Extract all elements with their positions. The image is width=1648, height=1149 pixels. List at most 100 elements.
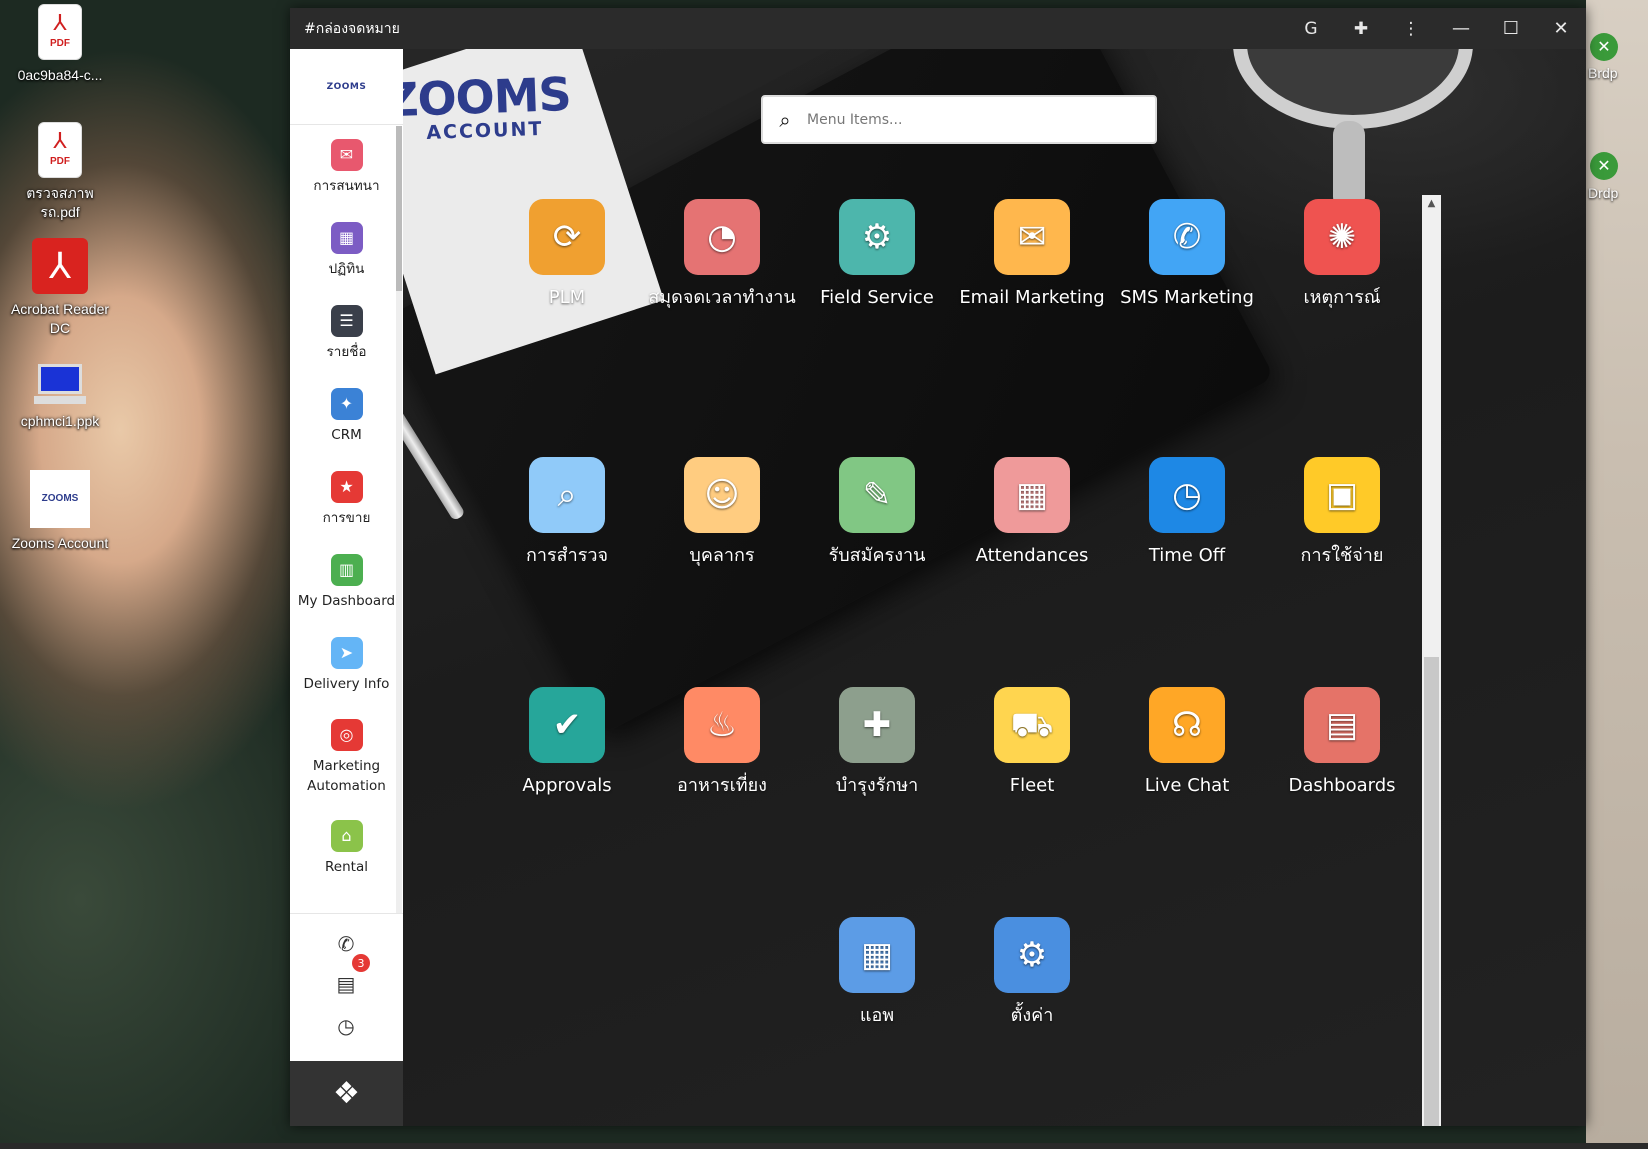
app-tile[interactable]: ☊ Live Chat [1112, 687, 1262, 800]
sidebar-item[interactable]: ✉ การสนทนา [290, 126, 403, 209]
app-tile[interactable]: ⛟ Fleet [957, 687, 1107, 800]
app-tile-label: รับสมัครงาน [828, 545, 926, 566]
app-tile[interactable]: ✆ SMS Marketing [1112, 199, 1262, 312]
sidebar-item-label: การขาย [322, 510, 371, 526]
app-tile[interactable]: ✎ รับสมัครงาน [802, 457, 952, 570]
maximize-icon[interactable]: ☐ [1486, 8, 1536, 49]
survey-icon: ⌕ [529, 457, 605, 533]
app-tile[interactable]: ▤ Dashboards [1267, 687, 1417, 800]
app-grid-scrollbar[interactable]: ▲ [1422, 195, 1441, 1126]
desktop-icon[interactable]: ⅄ PDF ตรวจสภาพรถ.pdf [10, 122, 110, 222]
sidebar-item-label: Delivery Info [303, 676, 390, 692]
desktop-icon[interactable]: ⅄ PDF 0ac9ba84-c... [10, 4, 110, 85]
app-tile[interactable]: ☺ บุคลากร [647, 457, 797, 570]
clock-icon[interactable]: ◷ [330, 1010, 362, 1042]
app-tile[interactable]: ✔ Approvals [492, 687, 642, 800]
app-tile[interactable]: ⚙ Field Service [802, 199, 952, 312]
app-tile-label: สมุดจดเวลาทำงาน [648, 287, 796, 308]
employees-icon: ☺ [684, 457, 760, 533]
chat-icon[interactable]: ▤ [330, 968, 362, 1000]
desktop-icon[interactable]: ZOOMS Zooms Account [10, 470, 110, 553]
time-off-icon: ◷ [1149, 457, 1225, 533]
scroll-up-icon[interactable]: ▲ [1422, 195, 1441, 213]
computer-icon [32, 356, 88, 406]
pdf-file-icon: ⅄ PDF [38, 4, 82, 60]
settings-gear-icon: ⚙ [994, 917, 1070, 993]
more-vert-icon[interactable]: ⋮ [1386, 8, 1436, 49]
window-title: #กล่องจดหมาย [304, 20, 400, 37]
sidebar-item[interactable]: ⌂ Rental [290, 807, 403, 890]
rdp-icon[interactable]: ✕ [1590, 152, 1618, 180]
desktop-icon[interactable]: ⅄ Acrobat Reader DC [10, 238, 110, 338]
sidebar-item-label: การสนทนา [313, 178, 380, 194]
app-tile[interactable]: ♨ อาหารเที่ยง [647, 687, 797, 800]
desktop-icon-label: ตรวจสภาพรถ.pdf [26, 185, 94, 220]
sidebar-scroll-thumb[interactable] [396, 126, 402, 291]
app-tile[interactable]: ▦ แอพ [802, 917, 952, 1030]
sidebar-item[interactable]: ➤ Delivery Info [290, 624, 403, 707]
app-tile[interactable]: ▣ การใช้จ่าย [1267, 457, 1417, 570]
app-tile-label: Field Service [820, 287, 934, 308]
sidebar-item[interactable]: ✦ CRM [290, 375, 403, 458]
paper-plane-icon: ➤ [330, 637, 363, 669]
main-area: ZOOMS ACCOUNT ⌕ ⟳ PLM ◔ สมุดจดเวลาทำงาน ⚙ Fie… [403, 49, 1586, 1126]
rdp-icon[interactable]: ✕ [1590, 33, 1618, 61]
acrobat-symbol-icon: ⅄ [53, 128, 67, 153]
sidebar-item[interactable]: ▥ My Dashboard [290, 541, 403, 624]
app-tile[interactable]: ⌕ การสำรวจ [492, 457, 642, 570]
pdf-tag: PDF [50, 38, 70, 49]
monitor-base [34, 396, 86, 404]
app-tile-label: Fleet [1009, 775, 1055, 796]
app-tile[interactable]: ✚ บำรุงรักษา [802, 687, 952, 800]
app-grid-scroll-thumb[interactable] [1424, 657, 1439, 1126]
app-tile[interactable]: ✺ เหตุการณ์ [1267, 199, 1417, 312]
calendar-icon: ▦ [330, 222, 363, 254]
sms-icon: ✆ [1149, 199, 1225, 275]
zooms-app-icon: ZOOMS [30, 470, 90, 528]
fleet-icon: ⛟ [994, 687, 1070, 763]
sidebar-item[interactable]: ★ การขาย [290, 458, 403, 541]
sidebar-item-label: รายชื่อ [326, 344, 367, 360]
chat-badge: 3 [352, 954, 370, 972]
sidebar-item[interactable]: ☰ รายชื่อ [290, 292, 403, 375]
menu-search: ⌕ [761, 95, 1157, 144]
app-tile-label: Time Off [1148, 545, 1226, 566]
search-icon: ⌕ [779, 107, 791, 132]
translate-icon[interactable]: G [1286, 8, 1336, 49]
taskbar [0, 1143, 1648, 1149]
sidebar: ZOOMS ✉ การสนทนา ▦ ปฏิทิน ☰ รายชื่อ ✦ CRM ★ การขา… [290, 49, 403, 1126]
dashboard-icon: ▥ [330, 554, 363, 586]
app-tile[interactable]: ✉ Email Marketing [957, 199, 1107, 312]
sidebar-item[interactable]: ◎ Marketing Automation [290, 707, 403, 807]
background-mug [1233, 49, 1473, 129]
apps-switcher-icon[interactable]: ❖ [290, 1061, 403, 1126]
sidebar-item[interactable]: ▦ ปฏิทิน [290, 209, 403, 292]
sidebar-item-label: ปฏิทิน [328, 261, 365, 277]
expense-icon: ▣ [1304, 457, 1380, 533]
attendance-icon: ▦ [994, 457, 1070, 533]
logo-text: ZOOMS [326, 81, 367, 92]
app-tile-label: การสำรวจ [525, 545, 609, 566]
desktop-icon-label: 0ac9ba84-c... [17, 67, 103, 83]
app-tile[interactable]: ⚙ ตั้งค่า [957, 917, 1107, 1030]
menu-search-input[interactable] [807, 111, 1155, 128]
timesheet-icon: ◔ [684, 199, 760, 275]
desktop-icon-label: Zooms Account [11, 535, 109, 551]
app-window: #กล่องจดหมาย G ✚ ⋮ — ☐ ✕ ZOOMS ✉ การสนทนา… [290, 8, 1586, 1126]
crm-icon: ✦ [330, 388, 363, 420]
rent-house-icon: ⌂ [330, 820, 363, 852]
extension-icon[interactable]: ✚ [1336, 8, 1386, 49]
desktop-icon[interactable]: cphmci1.ppk [10, 356, 110, 431]
sidebar-logo[interactable]: ZOOMS [290, 49, 403, 125]
app-tile-label: Dashboards [1288, 775, 1396, 796]
app-tile[interactable]: ⟳ PLM [492, 199, 642, 312]
close-icon[interactable]: ✕ [1536, 8, 1586, 49]
desktop-icon-label: Acrobat Reader DC [10, 301, 110, 336]
apps-icon: ▦ [839, 917, 915, 993]
app-tile[interactable]: ◷ Time Off [1112, 457, 1262, 570]
sale-tag-icon: ★ [330, 471, 363, 503]
app-tile[interactable]: ◔ สมุดจดเวลาทำงาน [647, 199, 797, 312]
app-tile[interactable]: ▦ Attendances [957, 457, 1107, 570]
minimize-icon[interactable]: — [1436, 8, 1486, 49]
sidebar-item-label: Rental [325, 859, 368, 875]
